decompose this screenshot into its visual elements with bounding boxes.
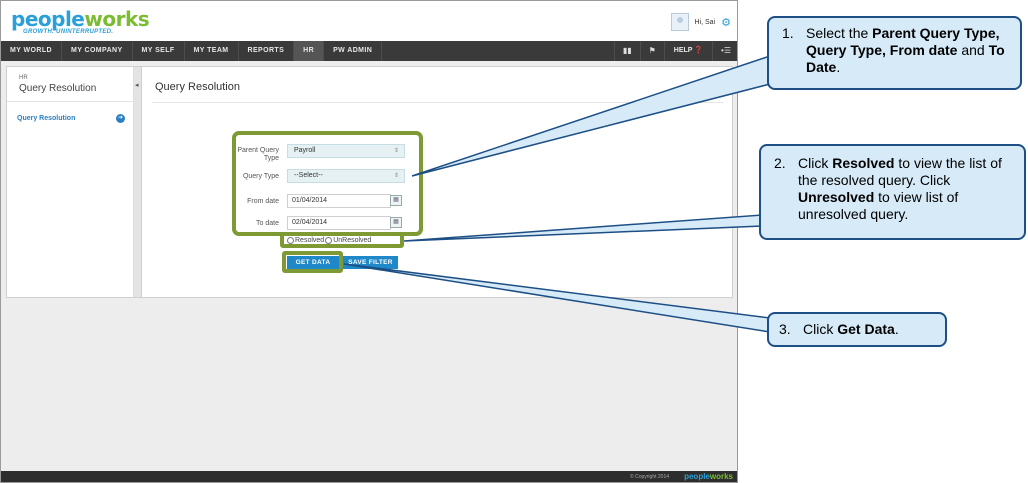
callout-step-1: 1. Select the Parent Query Type, Query T…	[767, 16, 1022, 90]
callout-step-2: 2. Click Resolved to view the list of th…	[759, 144, 1026, 240]
callout-step-3: 3. Click Get Data.	[767, 312, 947, 347]
